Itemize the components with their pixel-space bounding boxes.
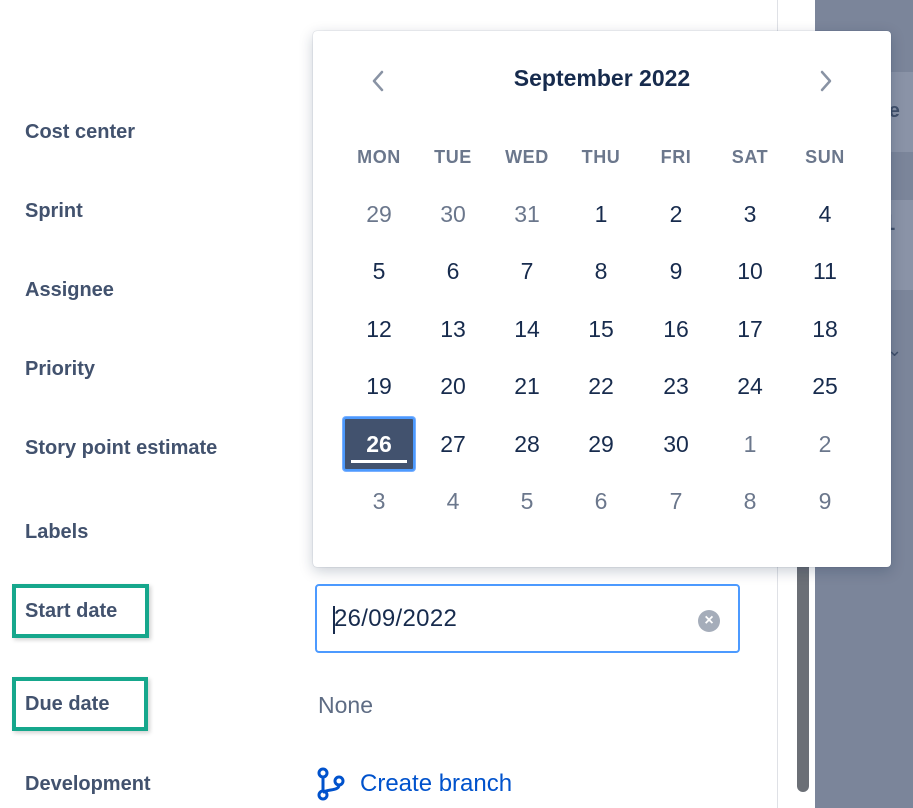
start-date-input[interactable]: 26/09/2022 × [315,584,740,653]
calendar-day[interactable]: 27 [417,417,489,471]
calendar-day[interactable]: 9 [789,474,861,528]
calendar-day[interactable]: 1 [714,417,786,471]
due-date-value[interactable]: None [318,692,373,719]
field-label-priority: Priority [25,358,96,380]
branch-icon [317,767,345,801]
calendar-day[interactable]: 24 [714,359,786,413]
calendar-day[interactable]: 7 [491,244,563,298]
calendar-day[interactable]: 11 [789,244,861,298]
calendar-day[interactable]: 20 [417,359,489,413]
weekday-header-thu: THU [581,147,621,167]
calendar-day[interactable]: 2 [640,187,712,241]
calendar-day[interactable]: 29 [343,187,415,241]
calendar-day[interactable]: 8 [714,474,786,528]
field-label-cost-center: Cost center [25,121,136,143]
calendar-day[interactable]: 21 [491,359,563,413]
calendar-day[interactable]: 23 [640,359,712,413]
calendar-day[interactable]: 7 [640,474,712,528]
calendar-day[interactable]: 4 [417,474,489,528]
calendar-day[interactable]: 5 [491,474,563,528]
calendar-day[interactable]: 9 [640,244,712,298]
calendar-day[interactable]: 19 [343,359,415,413]
start-date-value: 26/09/2022 [334,605,458,632]
calendar-day[interactable]: 25 [789,359,861,413]
calendar-day[interactable]: 1 [565,187,637,241]
calendar-day[interactable]: 28 [491,417,563,471]
calendar-day[interactable]: 3 [714,187,786,241]
calendar-day[interactable]: 10 [714,244,786,298]
clear-icon[interactable]: × [698,610,720,632]
calendar-day[interactable]: 12 [343,302,415,356]
calendar-day[interactable]: 6 [565,474,637,528]
weekday-header-tue: TUE [434,147,472,167]
calendar-day[interactable]: 22 [565,359,637,413]
create-branch-label: Create branch [360,770,513,797]
calendar-day[interactable]: 8 [565,244,637,298]
field-label-due-date: Due date [25,693,110,715]
field-label-start-date: Start date [25,600,118,622]
weekday-header-sun: SUN [805,147,845,167]
field-label-story-point-estimate: Story point estimate [25,437,218,459]
weekday-header-wed: WED [505,147,549,167]
calendar-day[interactable]: 14 [491,302,563,356]
calendar-day[interactable]: 4 [789,187,861,241]
calendar-day[interactable]: 17 [714,302,786,356]
calendar-day[interactable]: 6 [417,244,489,298]
create-branch-link[interactable]: Create branch [316,767,512,801]
weekday-header-sat: SAT [731,147,769,167]
calendar-day[interactable]: 30 [640,417,712,471]
calendar-month-title: September 2022 [513,65,691,91]
calendar-day-selected[interactable]: 26 [343,417,415,471]
weekday-header-fri: FRI [660,147,692,167]
field-label-assignee: Assignee [25,279,114,301]
calendar-day[interactable]: 31 [491,187,563,241]
calendar-day[interactable]: 5 [343,244,415,298]
calendar-day[interactable]: 18 [789,302,861,356]
calendar-day[interactable]: 13 [417,302,489,356]
calendar-day[interactable]: 29 [565,417,637,471]
calendar-day[interactable]: 3 [343,474,415,528]
chevron-right-icon[interactable] [814,67,838,95]
calendar-day[interactable]: 2 [789,417,861,471]
weekday-header-mon: MON [357,147,401,167]
calendar-day[interactable]: 16 [640,302,712,356]
field-label-labels: Labels [25,521,89,543]
calendar-day[interactable]: 15 [565,302,637,356]
calendar-day[interactable]: 30 [417,187,489,241]
date-picker-calendar: September 2022 MON TUE WED THU FRI SAT SUN 29 30… [313,31,891,567]
field-label-sprint: Sprint [25,200,83,222]
field-label-development: Development [25,773,151,795]
